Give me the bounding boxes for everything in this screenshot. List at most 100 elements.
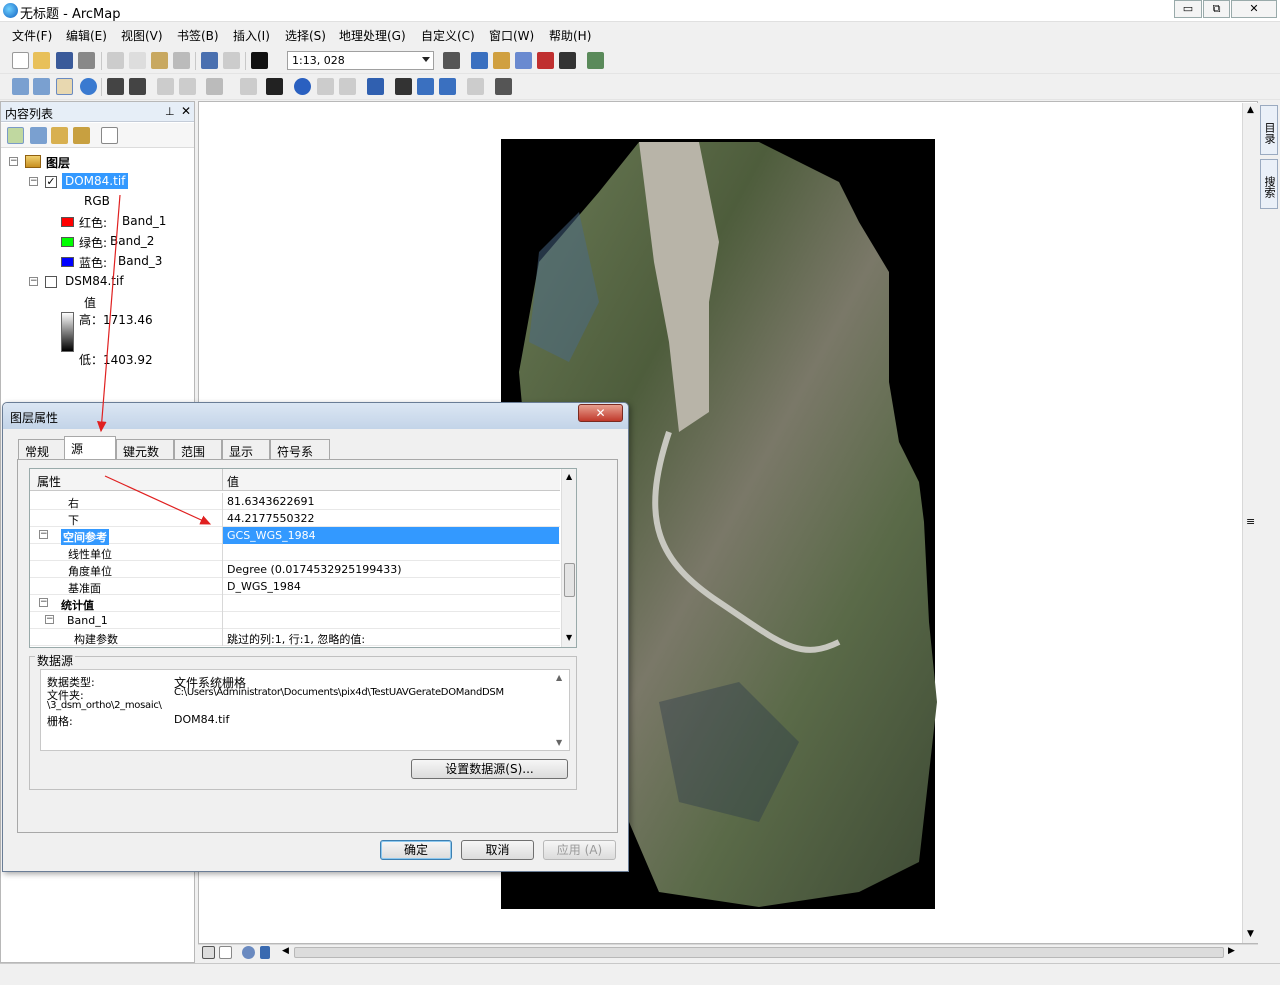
collapse-icon[interactable]: − xyxy=(45,615,54,624)
list-by-visibility-icon[interactable] xyxy=(51,127,68,144)
cancel-button[interactable]: 取消 xyxy=(461,840,534,860)
list-by-source-icon[interactable] xyxy=(30,127,47,144)
map-vertical-scrollbar[interactable]: ▲ ≡ ▼ xyxy=(1242,103,1258,943)
grid-row-spatial-reference[interactable]: − 空间参考 GCS_WGS_1984 xyxy=(30,527,560,545)
open-folder-icon[interactable] xyxy=(33,52,50,69)
search-window-icon[interactable] xyxy=(515,52,532,69)
redo-icon[interactable] xyxy=(223,52,240,69)
grid-row[interactable]: 角度单位 Degree (0.0174532925199433) xyxy=(30,561,560,578)
search-side-tab[interactable]: 搜索 xyxy=(1260,159,1278,209)
create-viewer-window-icon[interactable] xyxy=(495,78,512,95)
menu-help[interactable]: 帮助(H) xyxy=(549,27,591,44)
zoom-out-icon[interactable] xyxy=(33,78,50,95)
python-window-icon[interactable] xyxy=(559,52,576,69)
set-data-source-button[interactable]: 设置数据源(S)... xyxy=(411,759,568,779)
collapse-icon[interactable]: − xyxy=(29,277,38,286)
scroll-right-icon[interactable]: ▶ xyxy=(1228,946,1235,956)
grid-row[interactable]: 右 81.6343622691 xyxy=(30,493,560,510)
select-elements-arrow-icon[interactable] xyxy=(266,78,283,95)
menu-windows[interactable]: 窗口(W) xyxy=(489,27,534,44)
layout-view-icon[interactable] xyxy=(219,946,232,959)
scroll-down-icon[interactable]: ▼ xyxy=(566,633,572,642)
tab-general[interactable]: 常规 xyxy=(18,439,65,459)
full-extent-globe-icon[interactable] xyxy=(80,78,97,95)
chevron-down-icon[interactable] xyxy=(422,57,430,62)
menu-insert[interactable]: 插入(I) xyxy=(233,27,270,44)
close-icon[interactable]: ✕ xyxy=(181,104,191,118)
save-icon[interactable] xyxy=(56,52,73,69)
property-grid[interactable]: 属性 值 右 81.6343622691 下 44.2177550322 − 空… xyxy=(29,468,577,648)
menu-geoprocessing[interactable]: 地理处理(G) xyxy=(339,27,406,44)
select-features-icon[interactable] xyxy=(206,78,223,95)
paste-icon[interactable] xyxy=(151,52,168,69)
grid-row[interactable]: 基准面 D_WGS_1984 xyxy=(30,578,560,595)
collapse-icon[interactable]: − xyxy=(39,598,48,607)
grid-row[interactable]: 构建参数 跳过的列:1, 行:1, 忽略的值: xyxy=(30,629,560,646)
catalog-icon[interactable] xyxy=(493,52,510,69)
tab-extent[interactable]: 范围 xyxy=(174,439,222,459)
menu-view[interactable]: 视图(V) xyxy=(121,27,163,44)
tab-display[interactable]: 显示 xyxy=(222,439,270,459)
menu-edit[interactable]: 编辑(E) xyxy=(66,27,107,44)
html-popup-icon[interactable] xyxy=(339,78,356,95)
fixed-zoom-in-icon[interactable] xyxy=(107,78,124,95)
tab-source[interactable]: 源 xyxy=(64,436,116,460)
table-of-contents-icon[interactable] xyxy=(471,52,488,69)
list-by-selection-icon[interactable] xyxy=(73,127,90,144)
data-view-icon[interactable] xyxy=(202,946,215,959)
layer-dsm84[interactable]: DSM84.tif xyxy=(65,274,124,288)
grid-row[interactable]: 线性单位 xyxy=(30,544,560,561)
toc-root-layers[interactable]: 图层 xyxy=(46,154,70,171)
catalog-side-tab[interactable]: 目录 xyxy=(1260,105,1278,155)
add-data-icon[interactable] xyxy=(251,52,268,69)
print-icon[interactable] xyxy=(78,52,95,69)
collapse-icon[interactable]: − xyxy=(39,530,48,539)
new-document-icon[interactable] xyxy=(12,52,29,69)
collapse-icon[interactable]: − xyxy=(9,157,18,166)
menu-customize[interactable]: 自定义(C) xyxy=(421,27,475,44)
copy-icon[interactable] xyxy=(129,52,146,69)
scroll-up-icon[interactable]: ▲ xyxy=(556,673,562,682)
scroll-thumb[interactable] xyxy=(564,563,575,597)
undo-icon[interactable] xyxy=(201,52,218,69)
refresh-icon[interactable] xyxy=(242,946,255,959)
modelbuilder-icon[interactable] xyxy=(587,52,604,69)
grid-row-band1[interactable]: − Band_1 xyxy=(30,612,560,629)
map-horizontal-scrollbar[interactable]: ◀ ▶ xyxy=(198,944,1258,960)
menu-file[interactable]: 文件(F) xyxy=(12,27,52,44)
layer-visibility-checkbox[interactable] xyxy=(45,276,57,288)
scroll-down-icon[interactable]: ▼ xyxy=(556,738,562,747)
grid-row[interactable]: 下 44.2177550322 xyxy=(30,510,560,527)
options-icon[interactable] xyxy=(101,127,118,144)
find-route-icon[interactable] xyxy=(417,78,434,95)
layer-visibility-checkbox[interactable]: ✓ xyxy=(45,176,57,188)
scale-combo[interactable]: 1:13, 028 xyxy=(287,51,434,70)
restore-button[interactable]: ⧉ xyxy=(1203,0,1230,18)
back-arrow-icon[interactable] xyxy=(157,78,174,95)
measure-icon[interactable] xyxy=(367,78,384,95)
identify-icon[interactable] xyxy=(294,78,311,95)
find-binoculars-icon[interactable] xyxy=(395,78,412,95)
editor-icon[interactable] xyxy=(443,52,460,69)
menu-bookmarks[interactable]: 书签(B) xyxy=(177,27,219,44)
pin-icon[interactable]: ⊥ xyxy=(165,105,175,118)
grid-scrollbar[interactable]: ▲ ▼ xyxy=(561,469,576,647)
cut-icon[interactable] xyxy=(107,52,124,69)
scroll-down-icon[interactable]: ▼ xyxy=(1247,929,1254,939)
forward-arrow-icon[interactable] xyxy=(179,78,196,95)
scroll-left-icon[interactable]: ◀ xyxy=(282,946,289,956)
go-to-xy-icon[interactable] xyxy=(439,78,456,95)
apply-button[interactable]: 应用 (A) xyxy=(543,840,616,860)
fixed-zoom-out-icon[interactable] xyxy=(129,78,146,95)
tab-key-metadata[interactable]: 键元数据 xyxy=(116,439,174,476)
collapse-icon[interactable]: − xyxy=(29,177,38,186)
list-by-drawing-order-icon[interactable] xyxy=(7,127,24,144)
scroll-up-icon[interactable]: ▲ xyxy=(1247,105,1254,115)
pan-hand-icon[interactable] xyxy=(56,78,73,95)
arctoolbox-icon[interactable] xyxy=(537,52,554,69)
tab-symbology[interactable]: 符号系统 xyxy=(270,439,330,476)
close-window-button[interactable]: ✕ xyxy=(1231,0,1277,18)
scroll-thumb[interactable] xyxy=(294,947,1224,958)
pause-drawing-icon[interactable] xyxy=(260,946,270,959)
scroll-thumb[interactable]: ≡ xyxy=(1246,515,1255,528)
